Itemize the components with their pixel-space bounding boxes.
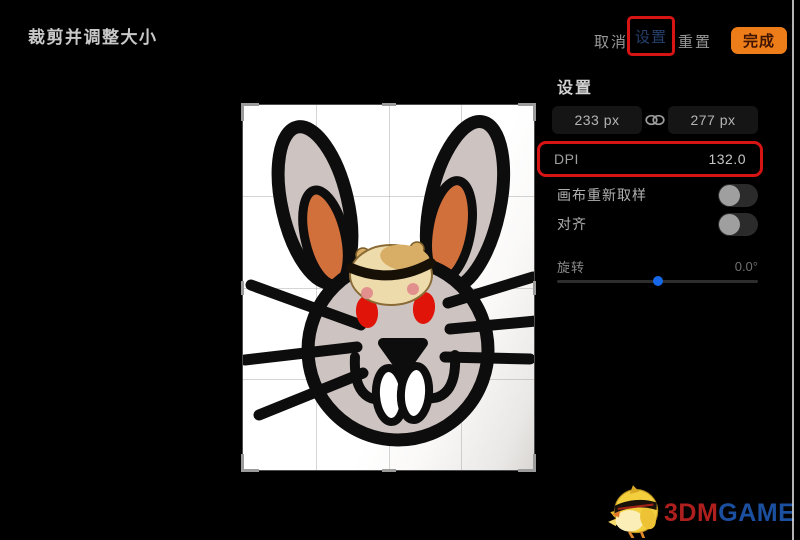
toggle-knob (719, 213, 740, 235)
snap-label: 对齐 (557, 216, 587, 232)
reset-button[interactable]: 重置 (678, 31, 712, 52)
rotation-row: 旋转 0.0° (557, 257, 758, 276)
resample-row: 画布重新取样 (557, 183, 758, 207)
dimension-row: 233 px 277 px (552, 106, 758, 134)
settings-button[interactable]: 设置 (635, 26, 667, 47)
crop-handle-right[interactable] (533, 280, 536, 295)
watermark-text: 3DMGAME (664, 499, 795, 528)
resample-toggle[interactable] (718, 183, 758, 207)
done-button[interactable]: 完成 (731, 27, 787, 54)
crop-handle-bottom-right[interactable] (518, 454, 536, 472)
width-field[interactable]: 233 px (552, 106, 642, 134)
rotation-slider[interactable] (557, 276, 758, 286)
crop-handle-top[interactable] (381, 103, 396, 106)
crop-handle-bottom-left[interactable] (241, 454, 259, 472)
annotation-box-dpi: DPI 132.0 (537, 141, 763, 177)
snap-toggle[interactable] (718, 212, 758, 236)
snap-row: 对齐 (557, 212, 758, 236)
settings-panel-header: 设置 (557, 80, 594, 97)
crop-handle-top-right[interactable] (518, 103, 536, 121)
rotation-value: 0.0° (734, 259, 758, 274)
watermark: 3DMGAME (606, 482, 798, 540)
crop-resize-screen: 裁剪并调整大小 取消 设置 重置 完成 设置 233 px 277 px DPI… (0, 0, 800, 540)
crop-handle-left[interactable] (241, 280, 244, 295)
resample-label: 画布重新取样 (557, 187, 647, 203)
annotation-box-settings: 设置 (627, 16, 675, 56)
dpi-label: DPI (554, 151, 579, 167)
height-field[interactable]: 277 px (668, 106, 758, 134)
watermark-3dm: 3DM (664, 499, 719, 527)
crop-handle-top-left[interactable] (241, 103, 259, 121)
mascot-bird-icon (608, 485, 659, 538)
crop-handle-bottom[interactable] (381, 469, 396, 472)
toggle-knob (719, 184, 740, 206)
cancel-button[interactable]: 取消 (594, 31, 628, 52)
watermark-game: GAME (718, 499, 796, 527)
chain-link-icon[interactable] (645, 113, 665, 127)
page-title: 裁剪并调整大小 (28, 28, 158, 47)
screen-edge-line (792, 0, 794, 540)
rabbit-artwork-image (243, 115, 534, 447)
crop-canvas[interactable] (241, 103, 536, 472)
rotation-label: 旋转 (557, 260, 586, 275)
rotation-slider-thumb[interactable] (653, 276, 664, 286)
dpi-value-field[interactable]: 132.0 (708, 151, 746, 167)
